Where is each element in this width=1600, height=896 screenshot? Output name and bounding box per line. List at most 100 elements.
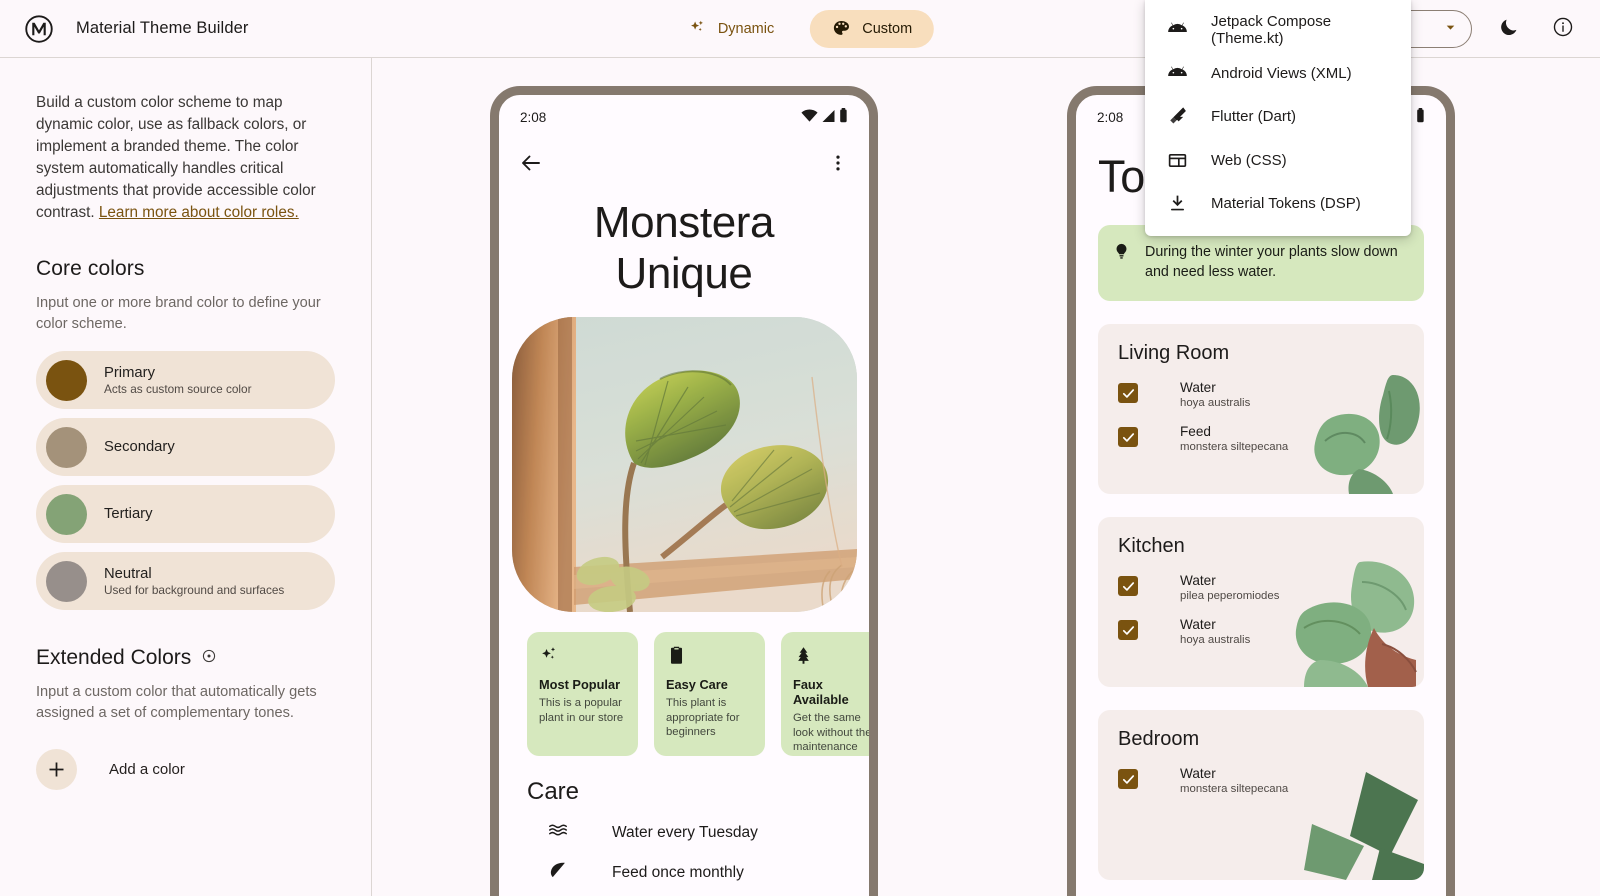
swatch-label-secondary: Secondary <box>104 439 175 455</box>
menu-item-flutter[interactable]: Flutter (Dart) <box>1145 95 1411 139</box>
feature-card-easy-care[interactable]: Easy Care This plant is appropriate for … <box>654 632 765 756</box>
extended-colors-heading: Extended Colors <box>36 646 192 669</box>
core-colors-subtext: Input one or more brand color to define … <box>36 295 321 332</box>
info-button[interactable] <box>1546 12 1580 46</box>
room-card-kitchen: Kitchen Water pilea peperomiodes Water h… <box>1098 517 1424 687</box>
feature-card-faux-available[interactable]: Faux Available Get the same look without… <box>781 632 872 756</box>
task-plant-name: hoya australis <box>1180 397 1251 409</box>
battery-icon <box>1416 108 1425 126</box>
material-logo-icon <box>24 14 54 44</box>
menu-item-jetpack-compose[interactable]: Jetpack Compose (Theme.kt) <box>1145 8 1411 52</box>
task-row[interactable]: Water pilea peperomiodes <box>1118 573 1404 602</box>
winter-tip-card: During the winter your plants slow down … <box>1098 225 1424 301</box>
color-roles-link[interactable]: Learn more about color roles. <box>99 204 299 221</box>
care-item-feed: Feed once monthly <box>547 859 869 886</box>
room-card-bedroom: Bedroom Water monstera siltepecana <box>1098 710 1424 880</box>
task-checkbox[interactable] <box>1118 383 1138 403</box>
plant-title-line-2: Unique <box>615 249 753 298</box>
menu-item-material-tokens[interactable]: Material Tokens (DSP) <box>1145 182 1411 226</box>
leaf-icon <box>547 859 569 886</box>
feature-card-strip: Most Popular This is a popular plant in … <box>527 632 869 756</box>
task-checkbox[interactable] <box>1118 769 1138 789</box>
swatch-row-neutral[interactable]: Neutral Used for background and surfaces <box>36 552 335 610</box>
task-row[interactable]: Water hoya australis <box>1118 617 1404 646</box>
dark-mode-toggle-button[interactable] <box>1492 12 1526 46</box>
task-title: Water <box>1180 617 1216 632</box>
swatch-row-secondary[interactable]: Secondary <box>36 418 335 476</box>
task-row[interactable]: Feed monstera siltepecana <box>1118 424 1404 453</box>
add-a-color-label: Add a color <box>109 761 185 778</box>
care-item-water: Water every Tuesday <box>547 819 869 846</box>
color-dot-secondary[interactable] <box>46 426 87 468</box>
brand: Material Theme Builder <box>0 14 248 44</box>
menu-item-label: Jetpack Compose (Theme.kt) <box>1211 12 1332 47</box>
info-small-icon[interactable] <box>202 649 216 668</box>
phone1-plant-title: Monstera Unique <box>499 197 869 299</box>
care-item-label: Water every Tuesday <box>612 823 758 841</box>
menu-item-label: Material Tokens (DSP) <box>1211 195 1361 213</box>
swatch-row-primary[interactable]: Primary Acts as custom source color <box>36 351 335 409</box>
feature-body: Get the same look without the maintenanc… <box>793 712 872 754</box>
feature-card-most-popular[interactable]: Most Popular This is a popular plant in … <box>527 632 638 756</box>
menu-item-web-css[interactable]: Web (CSS) <box>1145 139 1411 183</box>
swatch-label-primary: Primary <box>104 364 155 381</box>
phone1-status-time: 2:08 <box>520 109 547 125</box>
android-icon <box>1165 61 1189 85</box>
color-dot-neutral[interactable] <box>46 560 87 602</box>
preview-canvas: 2:08 Monstera Unique Most Popular This i… <box>372 58 1600 896</box>
export-format-menu: Jetpack Compose (Theme.kt) Android Views… <box>1145 0 1411 236</box>
care-item-label: Feed once monthly <box>612 863 744 881</box>
feature-body: This plant is appropriate for beginners <box>666 697 740 739</box>
room-card-living-room: Living Room Water hoya australis Feed mo… <box>1098 324 1424 494</box>
task-checkbox[interactable] <box>1118 576 1138 596</box>
swatch-desc-neutral: Used for background and surfaces <box>104 582 285 597</box>
swatch-row-tertiary[interactable]: Tertiary <box>36 485 335 543</box>
mode-chip-dynamic-label: Dynamic <box>717 20 775 37</box>
mode-chip-custom[interactable]: Custom <box>810 9 935 48</box>
task-title: Water <box>1180 380 1216 395</box>
web-layout-icon <box>1165 148 1189 172</box>
monstera-plant-photo <box>511 317 857 612</box>
signal-icon <box>821 109 836 126</box>
sparkle-icon <box>539 645 626 671</box>
mode-chip-custom-label: Custom <box>862 20 913 37</box>
intro-paragraph: Build a custom color scheme to map dynam… <box>36 92 335 224</box>
color-dot-primary[interactable] <box>46 359 87 401</box>
task-checkbox[interactable] <box>1118 427 1138 447</box>
care-heading: Care <box>527 778 580 805</box>
tree-icon <box>793 645 869 671</box>
feature-title: Easy Care <box>666 677 728 692</box>
feature-body: This is a popular plant in our store <box>539 697 624 724</box>
android-icon <box>1165 18 1189 42</box>
menu-item-label: Flutter (Dart) <box>1211 108 1297 126</box>
menu-item-android-views[interactable]: Android Views (XML) <box>1145 52 1411 96</box>
task-checkbox[interactable] <box>1118 620 1138 640</box>
task-plant-name: monstera siltepecana <box>1180 441 1289 453</box>
water-waves-icon <box>547 819 569 846</box>
winter-tip-text: During the winter your plants slow down … <box>1145 244 1398 280</box>
material-theme-builder-app: Material Theme Builder Dynamic Custom Bu… <box>0 0 1600 896</box>
arrow-back-icon[interactable] <box>519 151 543 180</box>
moon-icon <box>1498 16 1520 41</box>
more-vert-icon[interactable] <box>827 152 849 179</box>
color-dot-tertiary[interactable] <box>46 493 87 535</box>
extended-colors-header: Extended Colors <box>36 646 335 670</box>
download-icon <box>1165 192 1189 216</box>
phone1-status-bar: 2:08 <box>499 95 869 139</box>
palette-icon <box>832 19 851 38</box>
mode-chip-dynamic[interactable]: Dynamic <box>666 10 796 48</box>
info-circle-icon <box>1552 16 1574 41</box>
lightbulb-icon <box>1112 242 1131 282</box>
core-color-swatch-list: Primary Acts as custom source color Seco… <box>36 351 335 610</box>
feature-title: Most Popular <box>539 677 621 692</box>
add-a-color-button[interactable]: Add a color <box>36 749 335 790</box>
swatch-label-tertiary: Tertiary <box>104 506 153 522</box>
theme-mode-toggle: Dynamic Custom <box>666 9 935 48</box>
phone1-app-bar <box>499 139 869 191</box>
app-title: Material Theme Builder <box>76 19 249 37</box>
task-row[interactable]: Water monstera siltepecana <box>1118 766 1404 795</box>
core-colors-heading: Core colors <box>36 257 145 280</box>
wifi-icon <box>801 108 818 126</box>
menu-item-label: Android Views (XML) <box>1211 64 1352 82</box>
task-row[interactable]: Water hoya australis <box>1118 380 1404 409</box>
